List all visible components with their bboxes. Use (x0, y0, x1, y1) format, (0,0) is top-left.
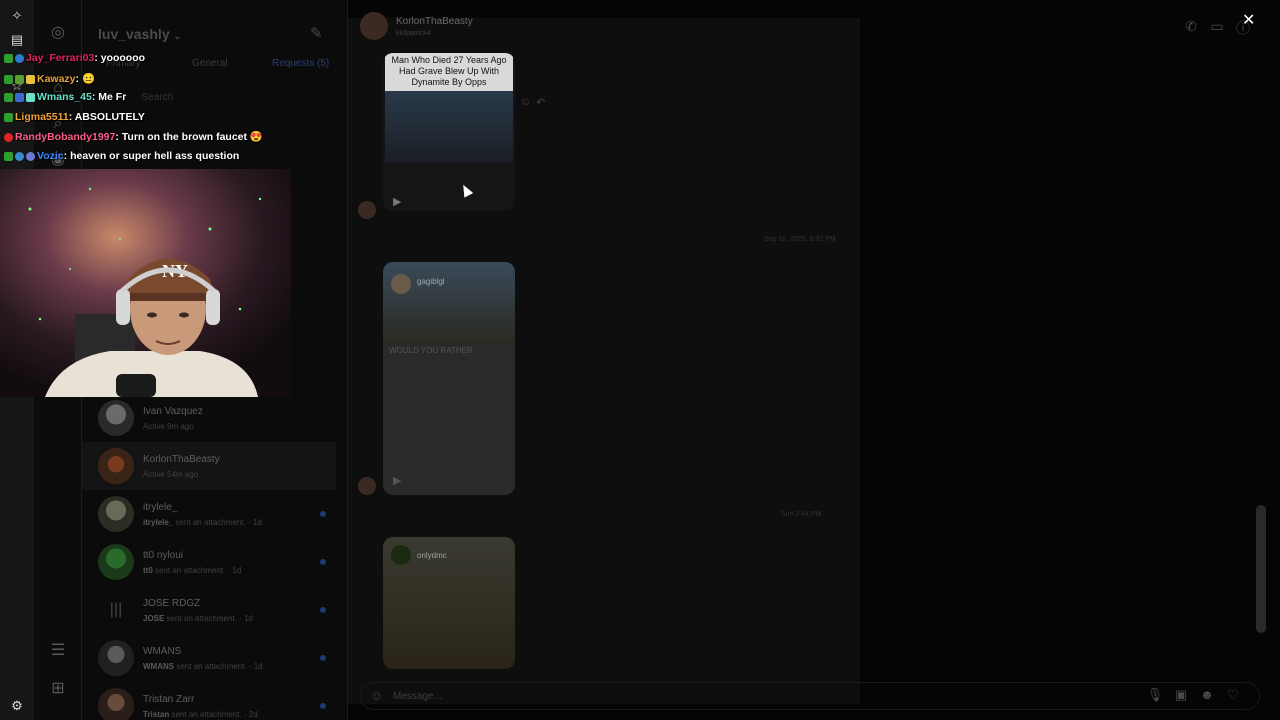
avatar (98, 688, 134, 720)
unread-dot (320, 511, 326, 517)
conversation-name: KorlonThaBeasty (143, 454, 220, 465)
conversation-item[interactable]: ||| JOSE RDGZ JOSE sent an attachment. ·… (82, 586, 336, 634)
conversation-name: Tristan Zarr (143, 694, 195, 705)
reply-icon[interactable]: ↶ (536, 96, 545, 109)
conversation-item[interactable]: Tristan Zarr Tristan sent an attachment.… (82, 682, 336, 720)
avatar (98, 640, 134, 676)
chat-message: Ligma5511: ABSOLUTELY (4, 111, 145, 129)
message-placeholder: Message... (393, 691, 442, 702)
account-username[interactable]: luv_vashly ⌄ (98, 26, 181, 42)
sticker-icon[interactable]: ☻ (1198, 687, 1216, 705)
thread-avatar[interactable] (360, 12, 388, 40)
document-icon[interactable]: ▤ (9, 32, 25, 48)
conversation-preview: itrylele_ sent an attachment. · 1d (143, 518, 262, 527)
chat-message: Wmans_45: Me Fr (4, 91, 126, 109)
reel-icon: ▶ (393, 475, 402, 487)
phone-icon[interactable]: ✆ (1182, 18, 1200, 36)
waveform-avatar: ||| (98, 592, 134, 628)
conversation-preview: WMANS sent an attachment. · 1d (143, 662, 263, 671)
conversation-item[interactable]: itrylele_ itrylele_ sent an attachment. … (82, 490, 336, 538)
shared-reel-card[interactable]: gagiblgl WOULD YOU RATHER ▶ (383, 262, 515, 495)
chat-message: RandyBobandy1997: Turn on the brown fauc… (4, 130, 263, 148)
heart-icon[interactable]: ♡ (1224, 687, 1242, 705)
sparkle-icon[interactable]: ✧ (9, 8, 25, 24)
author-avatar (391, 274, 411, 294)
thread-scrollbar[interactable] (1256, 505, 1266, 633)
microphone-icon[interactable]: 🎙 (1146, 687, 1164, 705)
conversation-name: WMANS (143, 646, 182, 657)
avatar (98, 544, 134, 580)
conversation-item[interactable]: tt0 nyloui tt0 sent an attachment. · 1d (82, 538, 336, 586)
instagram-logo-icon[interactable]: ◎ (48, 23, 68, 43)
author-avatar (391, 545, 411, 565)
compose-icon[interactable]: ✎ (310, 24, 328, 42)
thread-name[interactable]: KorlonThaBeasty (396, 16, 473, 27)
sender-avatar (358, 477, 376, 495)
chat-message: Kawazy: 😐 (4, 72, 95, 90)
conversation-preview: tt0 sent an attachment. · 1d (143, 566, 242, 575)
conversation-name: Ivan Vazquez (143, 406, 203, 417)
screen: ✧ ▤ ☆ ⚙ ◎ ⌂ ⌕ ◉ ☰ ⊞ luv_vashly ⌄ ✎ Prima… (0, 0, 1280, 720)
react-icon[interactable]: ☺ (520, 96, 531, 108)
conversation-name: itrylele_ (143, 502, 178, 513)
avatar (98, 400, 134, 436)
chat-message: Jay_Ferrari03: yoooooo (4, 52, 145, 70)
avatar (98, 448, 134, 484)
image-icon[interactable]: ▣ (1172, 687, 1190, 705)
timestamp: Sep 10, 2025, 5:32 PM (764, 236, 836, 243)
webcam-overlay: NY (0, 169, 291, 397)
shared-reel-card[interactable]: onlydmc (383, 537, 515, 669)
tab-requests[interactable]: Requests (5) (272, 58, 329, 69)
reel-caption: WOULD YOU RATHER (389, 346, 473, 355)
apps-icon[interactable]: ⊞ (48, 679, 68, 699)
author-name: onlydmc (417, 551, 447, 560)
reel-caption: Man Who Died 27 Years Ago Had Grave Blew… (385, 53, 513, 91)
conversation-preview: JOSE sent an attachment. · 1d (143, 614, 253, 623)
chat-message: Vozic: heaven or super hell ass question (4, 150, 239, 168)
unread-dot (320, 655, 326, 661)
unread-dot (320, 607, 326, 613)
close-icon[interactable]: ✕ (1242, 10, 1255, 30)
conversation-name: tt0 nyloui (143, 550, 184, 561)
conversation-item-active[interactable]: KorlonThaBeasty Active 54m ago (82, 442, 336, 490)
thread-handle: kkilpatrick4 (396, 30, 431, 37)
menu-icon[interactable]: ☰ (48, 641, 68, 661)
conversation-item[interactable]: WMANS WMANS sent an attachment. · 1d (82, 634, 336, 682)
timestamp: Sun 2:44 PM (781, 511, 822, 518)
sender-avatar (358, 201, 376, 219)
conversation-name: JOSE RDGZ (143, 598, 201, 609)
reel-icon: ▶ (393, 196, 402, 208)
shared-reel-card[interactable]: Man Who Died 27 Years Ago Had Grave Blew… (383, 53, 515, 211)
conversation-item[interactable]: Ivan Vazquez Active 9m ago (82, 394, 336, 442)
reel-thumbnail (385, 91, 513, 163)
author-name: gagiblgl (417, 277, 445, 286)
emoji-icon[interactable]: ☺ (370, 688, 386, 704)
unread-dot (320, 559, 326, 565)
avatar (98, 496, 134, 532)
conversation-preview: Tristan sent an attachment. · 2d (143, 710, 258, 719)
video-icon[interactable]: ▭ (1208, 18, 1226, 36)
message-input[interactable]: ☺ Message... 🎙 ▣ ☻ ♡ (360, 682, 1260, 710)
gear-icon[interactable]: ⚙ (9, 698, 25, 714)
conversation-status: Active 54m ago (143, 470, 199, 479)
chat-thread: KorlonThaBeasty kkilpatrick4 Man Who Die… (348, 0, 1280, 720)
conversation-status: Active 9m ago (143, 422, 194, 431)
tab-general[interactable]: General (192, 58, 228, 69)
webcam-feed: NY (0, 169, 291, 397)
unread-dot (320, 703, 326, 709)
